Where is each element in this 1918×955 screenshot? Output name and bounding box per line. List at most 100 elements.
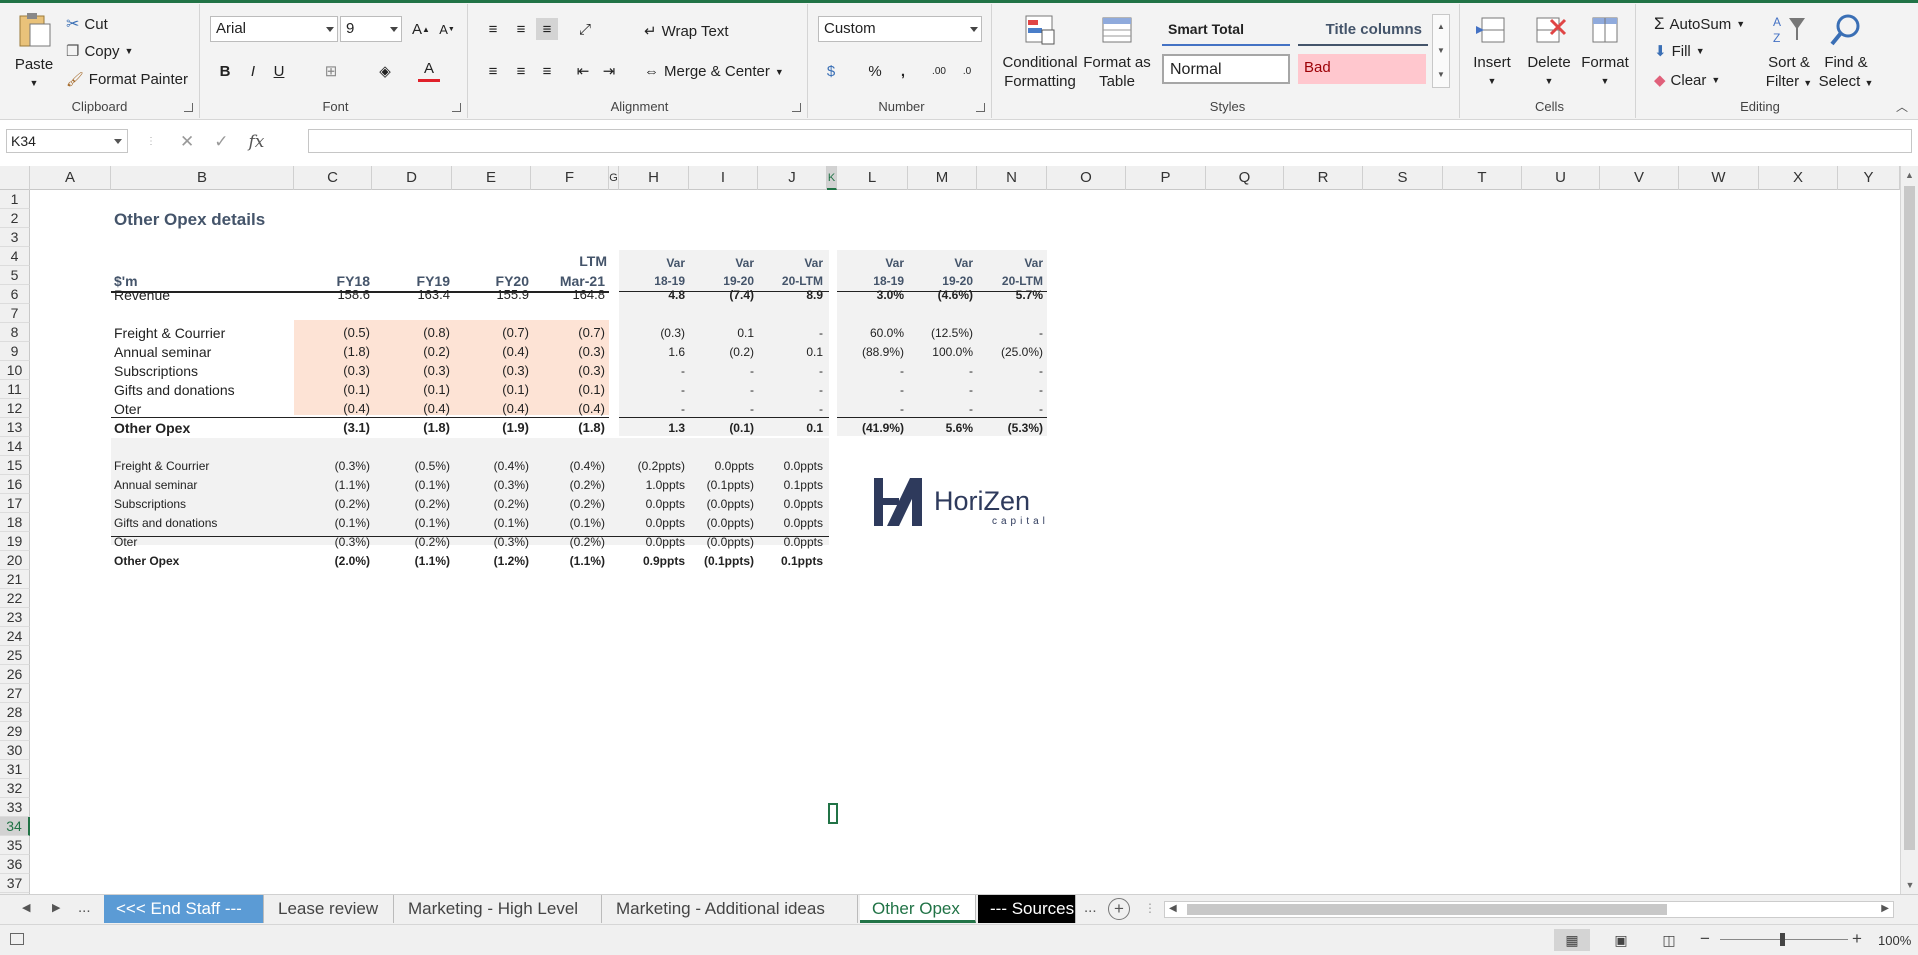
borders-icon[interactable]: ⊞ xyxy=(320,60,342,82)
row-header[interactable]: 31 xyxy=(0,760,30,779)
italic-button[interactable]: I xyxy=(242,60,264,82)
align-right-icon[interactable]: ≡ xyxy=(536,60,558,82)
row-header[interactable]: 4 xyxy=(0,247,30,266)
column-header[interactable]: S xyxy=(1363,166,1443,190)
macro-record-icon[interactable] xyxy=(10,933,24,945)
row-header[interactable]: 12 xyxy=(0,399,30,418)
name-box[interactable]: K34 xyxy=(6,129,128,153)
column-header[interactable]: A xyxy=(30,166,111,190)
row-header[interactable]: 17 xyxy=(0,494,30,513)
column-header[interactable]: X xyxy=(1759,166,1838,190)
row-header[interactable]: 20 xyxy=(0,551,30,570)
cancel-icon[interactable]: ✕ xyxy=(180,132,194,152)
sort-filter-button[interactable]: AZ Sort & Filter ▼ xyxy=(1762,12,1816,93)
orientation-icon[interactable]: ⤢ xyxy=(574,18,596,40)
column-header[interactable]: W xyxy=(1679,166,1759,190)
column-header[interactable]: J xyxy=(758,166,827,190)
column-header[interactable]: P xyxy=(1126,166,1206,190)
row-header[interactable]: 10 xyxy=(0,361,30,380)
normal-view-icon[interactable]: ▦ xyxy=(1554,929,1590,951)
zoom-slider-thumb[interactable] xyxy=(1780,933,1785,946)
tab-sources[interactable]: --- Sources xyxy=(978,895,1076,923)
tab-scroll-right-icon[interactable]: ▶ xyxy=(52,901,60,914)
conditional-formatting-button[interactable]: Conditional Formatting xyxy=(1002,12,1078,91)
row-header[interactable]: 5 xyxy=(0,266,30,285)
row-header-active[interactable]: 34 xyxy=(0,817,30,836)
decrease-indent-icon[interactable]: ⇤ xyxy=(572,60,594,82)
row-header[interactable]: 18 xyxy=(0,513,30,532)
comma-style-button[interactable]: , xyxy=(892,60,914,82)
font-color-icon[interactable]: A xyxy=(418,58,440,82)
row-header[interactable]: 21 xyxy=(0,570,30,589)
row-header[interactable]: 36 xyxy=(0,855,30,874)
column-header[interactable]: Y xyxy=(1838,166,1900,190)
delete-button[interactable]: Delete ▼ xyxy=(1522,12,1576,91)
insert-function-icon[interactable]: fx xyxy=(249,132,265,152)
align-left-icon[interactable]: ≡ xyxy=(482,60,504,82)
horizontal-scrollbar[interactable]: ◀ ▶ xyxy=(1164,901,1894,918)
column-header[interactable]: I xyxy=(689,166,758,190)
add-sheet-icon[interactable]: + xyxy=(1108,898,1130,920)
style-smart-total[interactable]: Smart Total xyxy=(1162,16,1290,46)
column-header-active[interactable]: K xyxy=(827,166,837,190)
font-size-select[interactable]: 9 xyxy=(340,16,402,42)
row-header[interactable]: 32 xyxy=(0,779,30,798)
format-button[interactable]: Format ▼ xyxy=(1578,12,1632,91)
hscroll-thumb[interactable] xyxy=(1187,904,1667,915)
column-header[interactable]: H xyxy=(619,166,689,190)
increase-font-icon[interactable]: A ▲ xyxy=(410,18,432,40)
row-header[interactable]: 22 xyxy=(0,589,30,608)
row-header[interactable]: 7 xyxy=(0,304,30,323)
styles-scroll[interactable]: ▲ ▼ ▼ xyxy=(1432,14,1450,88)
column-header[interactable]: U xyxy=(1522,166,1600,190)
align-center-icon[interactable]: ≡ xyxy=(510,60,532,82)
format-painter-button[interactable]: 🖌 Format Painter xyxy=(66,71,188,88)
increase-indent-icon[interactable]: ⇥ xyxy=(598,60,620,82)
column-header[interactable]: G xyxy=(609,166,619,190)
align-middle-icon[interactable]: ≡ xyxy=(510,18,532,40)
style-normal[interactable]: Normal xyxy=(1162,54,1290,84)
zoom-out-icon[interactable]: − xyxy=(1700,929,1710,949)
row-header[interactable]: 23 xyxy=(0,608,30,627)
clear-button[interactable]: ◆ Clear ▼ xyxy=(1654,71,1720,90)
column-header[interactable]: B xyxy=(111,166,294,190)
row-header[interactable]: 13 xyxy=(0,418,30,437)
tab-scroll-left-icon[interactable]: ◀ xyxy=(22,901,30,914)
decrease-decimal-icon[interactable]: .0 xyxy=(956,60,978,82)
scroll-down-icon[interactable]: ▼ xyxy=(1901,880,1918,890)
column-header[interactable]: D xyxy=(372,166,452,190)
page-break-view-icon[interactable]: ◫ xyxy=(1658,929,1680,951)
hscroll-right-icon[interactable]: ▶ xyxy=(1881,903,1889,914)
number-format-select[interactable]: Custom xyxy=(818,16,982,42)
row-header[interactable]: 37 xyxy=(0,874,30,893)
hscroll-left-icon[interactable]: ◀ xyxy=(1169,903,1177,914)
style-title-columns[interactable]: Title columns xyxy=(1298,16,1428,46)
font-family-select[interactable]: Arial xyxy=(210,16,338,42)
dialog-launcher-icon[interactable] xyxy=(452,103,461,112)
row-header[interactable]: 1 xyxy=(0,190,30,209)
align-top-icon[interactable]: ≡ xyxy=(482,18,504,40)
bold-button[interactable]: B xyxy=(214,60,236,82)
scroll-thumb[interactable] xyxy=(1904,186,1915,850)
collapse-ribbon-icon[interactable]: ︿ xyxy=(1896,98,1908,115)
row-header[interactable]: 35 xyxy=(0,836,30,855)
row-header[interactable]: 29 xyxy=(0,722,30,741)
accounting-format-icon[interactable]: $ xyxy=(820,60,842,82)
column-header[interactable]: R xyxy=(1284,166,1363,190)
format-as-table-button[interactable]: Format as Table xyxy=(1082,12,1152,91)
underline-button[interactable]: U xyxy=(268,60,290,82)
row-header[interactable]: 27 xyxy=(0,684,30,703)
row-header[interactable]: 16 xyxy=(0,475,30,494)
row-header[interactable]: 33 xyxy=(0,798,30,817)
column-header[interactable]: M xyxy=(908,166,977,190)
zoom-level[interactable]: 100% xyxy=(1878,933,1911,948)
zoom-slider[interactable] xyxy=(1720,933,1848,946)
column-header[interactable]: O xyxy=(1047,166,1126,190)
column-header[interactable]: Q xyxy=(1206,166,1284,190)
tab-lease-review[interactable]: Lease review xyxy=(266,895,394,923)
column-header[interactable]: V xyxy=(1600,166,1679,190)
row-header[interactable]: 24 xyxy=(0,627,30,646)
row-header[interactable]: 14 xyxy=(0,437,30,456)
tab-more-right[interactable]: ... xyxy=(1084,899,1097,916)
fill-button[interactable]: ⬇ Fill ▼ xyxy=(1654,42,1705,61)
